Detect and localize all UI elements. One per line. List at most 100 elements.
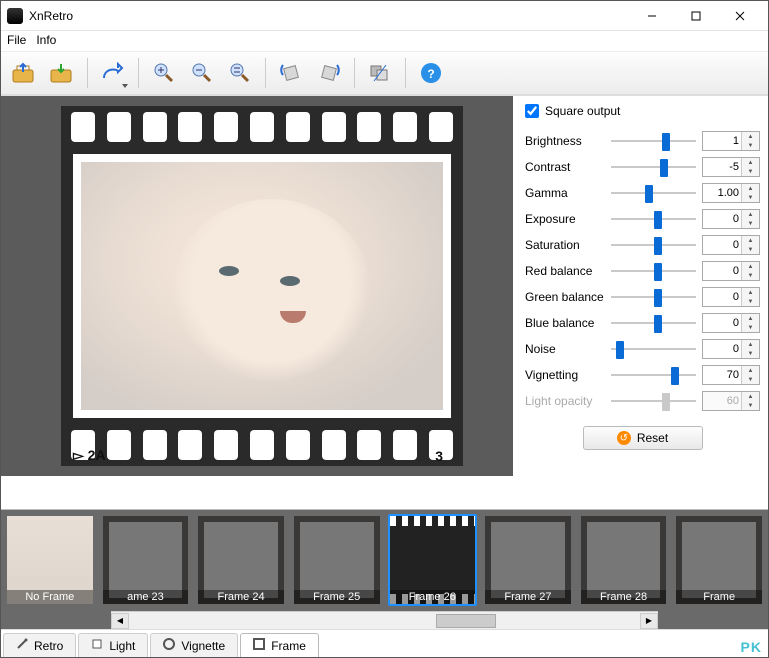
slider[interactable]	[611, 131, 696, 151]
rotate-left-button[interactable]	[274, 56, 308, 90]
slider[interactable]	[611, 183, 696, 203]
frame-thumb-frame[interactable]: Frame	[674, 514, 764, 606]
spin-up[interactable]: ▲	[742, 158, 759, 167]
scroll-right-button[interactable]: ▶	[640, 613, 658, 629]
spin-down[interactable]: ▼	[742, 271, 759, 280]
spin-down[interactable]: ▼	[742, 219, 759, 228]
scroll-left-button[interactable]: ◀	[111, 613, 129, 629]
help-icon: ?	[419, 61, 443, 85]
frame-thumb-frame 25[interactable]: Frame 25	[292, 514, 382, 606]
spin-up[interactable]: ▲	[742, 288, 759, 297]
frame-thumb-frame 26[interactable]: Frame 26	[388, 514, 478, 606]
sprocket-row-bottom	[61, 424, 463, 466]
frame-label: Frame 24	[198, 590, 284, 604]
toolbar-separator	[138, 58, 139, 88]
zoom-in-button[interactable]	[147, 56, 181, 90]
scroll-track[interactable]	[129, 613, 640, 629]
slider[interactable]	[611, 287, 696, 307]
tab-frame[interactable]: Frame	[240, 633, 319, 657]
save-button[interactable]	[45, 56, 79, 90]
value-input[interactable]	[703, 236, 741, 254]
menu-info[interactable]: Info	[36, 33, 56, 49]
value-spinner[interactable]: ▲▼	[702, 261, 760, 281]
slider[interactable]	[611, 313, 696, 333]
value-input[interactable]	[703, 314, 741, 332]
minimize-button[interactable]	[630, 2, 674, 30]
value-input[interactable]	[703, 210, 741, 228]
square-output-checkbox[interactable]	[525, 104, 539, 118]
value-input[interactable]	[703, 340, 741, 358]
spin-down[interactable]: ▼	[742, 349, 759, 358]
spin-down[interactable]: ▼	[742, 297, 759, 306]
slider[interactable]	[611, 235, 696, 255]
compare-icon	[368, 61, 392, 85]
spin-up[interactable]: ▲	[742, 132, 759, 141]
spin-down[interactable]: ▼	[742, 245, 759, 254]
tab-vignette[interactable]: Vignette	[150, 633, 238, 657]
tab-retro[interactable]: Retro	[3, 633, 76, 657]
maximize-button[interactable]	[674, 2, 718, 30]
value-spinner[interactable]: ▲▼	[702, 209, 760, 229]
zoom-out-button[interactable]	[185, 56, 219, 90]
spin-down[interactable]: ▼	[742, 375, 759, 384]
menu-file[interactable]: File	[7, 33, 26, 49]
watermark: PK	[741, 639, 762, 655]
spin-up[interactable]: ▲	[742, 340, 759, 349]
frame-thumb-frame 27[interactable]: Frame 27	[483, 514, 573, 606]
value-spinner[interactable]: ▲▼	[702, 313, 760, 333]
reset-button[interactable]: ↺ Reset	[583, 426, 703, 450]
help-button[interactable]: ?	[414, 56, 448, 90]
slider[interactable]	[611, 261, 696, 281]
slider[interactable]	[611, 365, 696, 385]
frame-thumb-no frame[interactable]: No Frame	[5, 514, 95, 606]
open-button[interactable]	[7, 56, 41, 90]
frame-thumb-ame 23[interactable]: ame 23	[101, 514, 191, 606]
value-input[interactable]	[703, 158, 741, 176]
spin-down[interactable]: ▼	[742, 323, 759, 332]
frame-thumb-frame 24[interactable]: Frame 24	[196, 514, 286, 606]
compare-button[interactable]	[363, 56, 397, 90]
slider[interactable]	[611, 339, 696, 359]
value-input[interactable]	[703, 262, 741, 280]
frames-scrollbar[interactable]: ◀ ▶	[111, 611, 658, 629]
value-input[interactable]	[703, 184, 741, 202]
value-spinner[interactable]: ▲▼	[702, 365, 760, 385]
spin-up[interactable]: ▲	[742, 210, 759, 219]
frame-thumb-frame 28[interactable]: Frame 28	[579, 514, 669, 606]
slider[interactable]	[611, 157, 696, 177]
share-button[interactable]	[96, 56, 130, 90]
value-input[interactable]	[703, 366, 741, 384]
value-spinner[interactable]: ▲▼	[702, 131, 760, 151]
spin-up[interactable]: ▲	[742, 184, 759, 193]
spin-up[interactable]: ▲	[742, 314, 759, 323]
film-marker-right: 3	[435, 448, 443, 464]
main-area: ▻ 2A 3 Square output Brightness ▲▼ Contr…	[1, 95, 768, 509]
zoom-reset-button[interactable]	[223, 56, 257, 90]
value-spinner[interactable]: ▲▼	[702, 235, 760, 255]
spin-up[interactable]: ▲	[742, 236, 759, 245]
spin-down[interactable]: ▼	[742, 141, 759, 150]
rotate-right-button[interactable]	[312, 56, 346, 90]
value-input[interactable]	[703, 288, 741, 306]
spin-up[interactable]: ▲	[742, 366, 759, 375]
tab-light[interactable]: Light	[78, 633, 148, 657]
spin-down[interactable]: ▼	[742, 193, 759, 202]
control-label: Green balance	[525, 290, 605, 304]
value-spinner[interactable]: ▲▼	[702, 183, 760, 203]
rotate-right-icon	[317, 61, 341, 85]
value-spinner[interactable]: ▲▼	[702, 339, 760, 359]
close-button[interactable]	[718, 2, 762, 30]
reset-icon: ↺	[617, 431, 631, 445]
chevron-down-icon	[122, 84, 128, 88]
spin-up[interactable]: ▲	[742, 262, 759, 271]
value-input	[703, 392, 741, 410]
light-icon	[91, 638, 103, 653]
value-input[interactable]	[703, 132, 741, 150]
scroll-thumb[interactable]	[436, 614, 496, 628]
slider[interactable]	[611, 209, 696, 229]
frames-row: No Frame ame 23 Frame 24 Frame 25 Frame …	[1, 510, 768, 611]
value-spinner[interactable]: ▲▼	[702, 157, 760, 177]
spin-down: ▼	[742, 401, 759, 410]
value-spinner[interactable]: ▲▼	[702, 287, 760, 307]
spin-down[interactable]: ▼	[742, 167, 759, 176]
